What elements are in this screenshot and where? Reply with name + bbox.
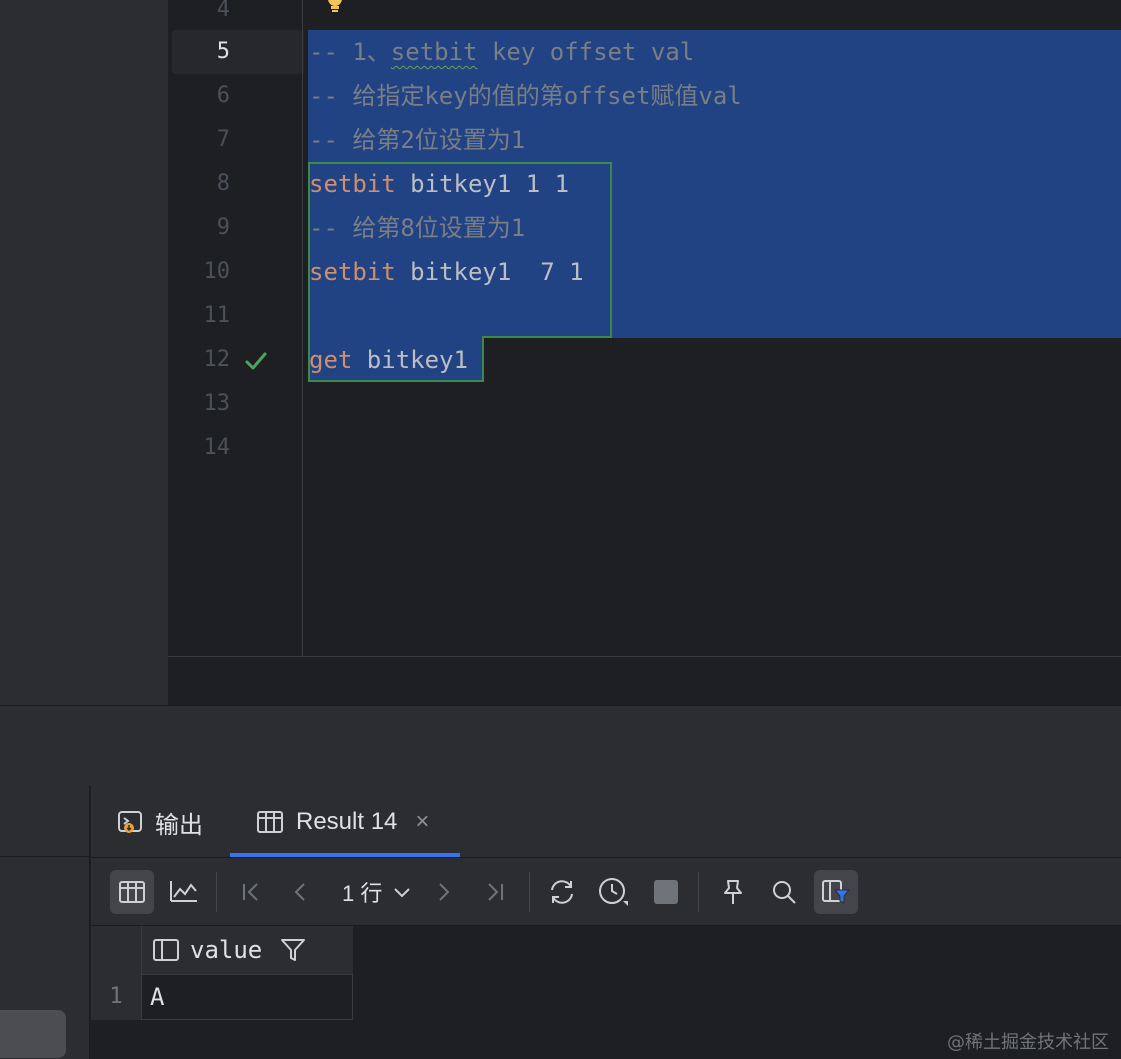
line-number: 4 — [216, 0, 230, 22]
search-icon — [773, 881, 796, 904]
first-page-icon — [243, 883, 258, 901]
row-number: 1 — [109, 984, 123, 1009]
code-line-6[interactable]: -- 给指定key的值的第offset赋值val — [309, 74, 742, 118]
rows-label: 1 行 — [342, 881, 383, 906]
column-filter-toggle[interactable] — [814, 870, 858, 914]
table-view-icon — [119, 881, 145, 903]
result-toolbar: 1 行 — [91, 858, 1121, 926]
pin-tab-button[interactable] — [711, 870, 755, 914]
last-page-icon — [488, 883, 503, 901]
output-console-icon — [118, 811, 142, 833]
last-page-button[interactable] — [473, 870, 517, 914]
check-icon — [245, 352, 267, 370]
next-page-button[interactable] — [421, 870, 465, 914]
panel-splitter[interactable] — [0, 705, 1121, 786]
code-line-10[interactable]: setbit bitkey1 7 1 — [309, 250, 584, 294]
prev-page-button[interactable] — [279, 870, 323, 914]
filter-panel-icon — [822, 880, 851, 904]
code-line-8[interactable]: setbit bitkey1 1 1 — [309, 162, 569, 206]
code-line-5[interactable]: -- 1、setbit key offset val — [309, 30, 694, 74]
typo-underline: setbit — [390, 38, 478, 66]
table-grid-icon — [257, 811, 283, 833]
statement-outline-step — [482, 336, 612, 338]
editor-footer — [168, 657, 1121, 705]
page-size-dropdown[interactable]: 1 行 — [342, 870, 412, 914]
sidebar-divider — [0, 856, 90, 857]
search-button[interactable] — [762, 870, 806, 914]
chart-view-button[interactable] — [162, 870, 206, 914]
line-number: 11 — [203, 303, 231, 328]
auto-refresh-button[interactable] — [592, 870, 636, 914]
line-number-current: 5 — [216, 39, 230, 64]
grid-corner[interactable] — [91, 926, 141, 974]
watermark: @稀土掘金技术社区 — [947, 1032, 1109, 1053]
close-icon[interactable]: × — [415, 808, 429, 836]
filter-icon[interactable] — [280, 937, 306, 963]
toolbar-separator — [529, 872, 530, 912]
chevron-right-icon — [439, 883, 450, 901]
code-line-12[interactable]: get bitkey1 — [309, 338, 468, 382]
stop-icon[interactable] — [654, 880, 678, 904]
result-tabs: 输出 Result 14 × — [91, 786, 1121, 858]
refresh-button[interactable] — [540, 870, 584, 914]
column-header-value[interactable]: value — [141, 926, 353, 974]
line-number: 13 — [203, 391, 231, 416]
sidebar-selected-item[interactable] — [0, 1010, 66, 1058]
line-number: 9 — [216, 215, 230, 240]
toolbar-separator — [698, 872, 699, 912]
tab-result-14[interactable]: Result 14 × — [256, 786, 429, 858]
column-icon — [153, 939, 179, 961]
toolbar-separator — [216, 872, 217, 912]
tab-output-label: 输出 — [155, 811, 203, 839]
chevron-left-icon — [294, 883, 305, 901]
code-line-9[interactable]: -- 给第8位设置为1 — [309, 206, 525, 250]
pin-icon — [724, 880, 742, 904]
line-number: 7 — [216, 127, 230, 152]
line-chart-icon — [170, 881, 197, 902]
tab-output[interactable]: 输出 — [117, 786, 203, 858]
table-view-button[interactable] — [110, 870, 154, 914]
line-number: 10 — [203, 259, 231, 284]
line-number: 6 — [216, 83, 230, 108]
column-header-label: value — [190, 936, 263, 964]
line-number: 12 — [203, 347, 231, 372]
refresh-icon — [551, 880, 573, 904]
line-number: 14 — [203, 435, 231, 460]
clock-icon — [599, 878, 628, 906]
tab-result-label: Result 14 — [296, 808, 398, 835]
left-tool-strip — [0, 0, 168, 705]
chevron-down-icon — [394, 888, 411, 898]
code-line-7[interactable]: -- 给第2位设置为1 — [309, 118, 525, 162]
first-page-button[interactable] — [229, 870, 273, 914]
active-tab-indicator — [230, 853, 460, 857]
line-number: 8 — [216, 171, 230, 196]
table-cell[interactable]: A — [141, 974, 353, 1020]
